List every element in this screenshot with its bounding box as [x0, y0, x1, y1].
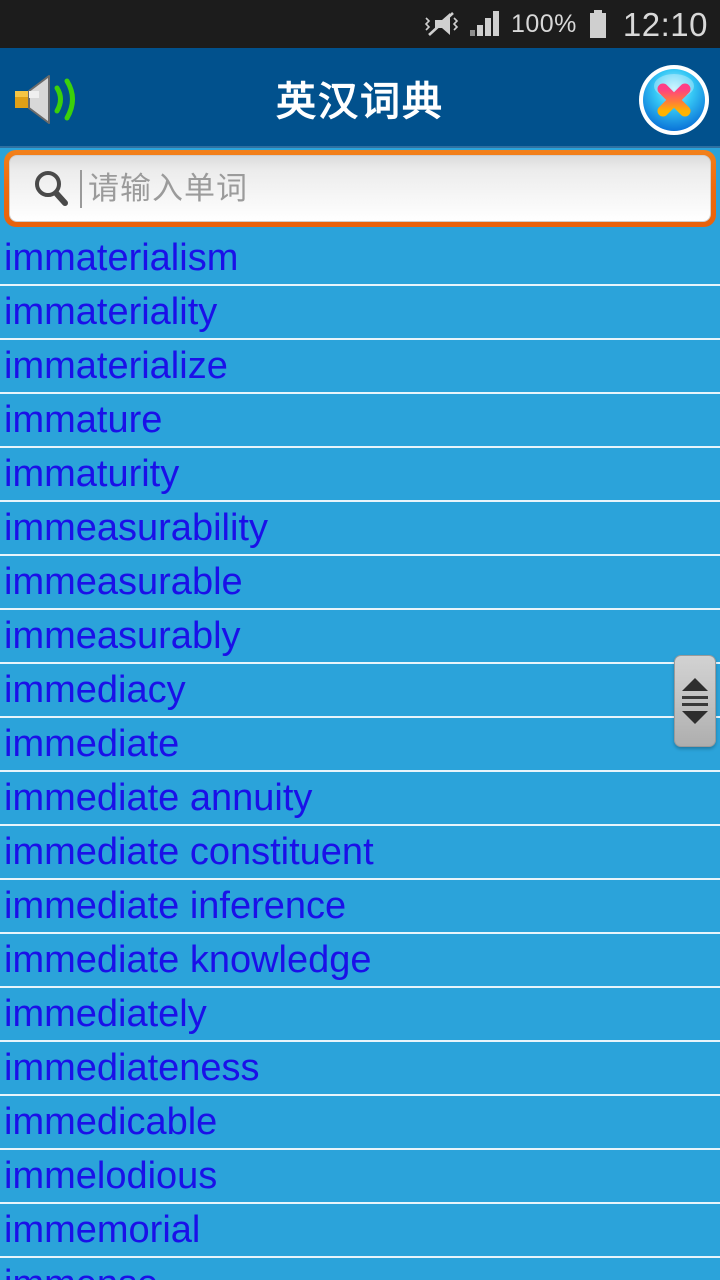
word-list-item[interactable]: immense [0, 1258, 720, 1280]
page-title: 英汉词典 [276, 80, 444, 124]
word-label: immediateness [4, 1047, 260, 1089]
word-list-item[interactable]: immediate constituent [0, 826, 720, 880]
word-label: immeasurability [4, 507, 268, 549]
word-list-item[interactable]: immaturity [0, 448, 720, 502]
word-list-item[interactable]: immature [0, 394, 720, 448]
search-bar[interactable]: 请输入单词 [4, 150, 716, 227]
word-list-item[interactable]: immeasurably [0, 610, 720, 664]
word-list-item[interactable]: immaterialism [0, 232, 720, 286]
word-list[interactable]: immaterialism immateriality immaterialize i… [0, 232, 720, 1280]
word-label: immemorial [4, 1209, 201, 1251]
signal-bars-icon [469, 10, 501, 38]
triangle-down-icon [682, 711, 708, 724]
word-list-item[interactable]: immeasurability [0, 502, 720, 556]
close-x-icon[interactable] [636, 62, 712, 138]
word-list-item[interactable]: immediate inference [0, 880, 720, 934]
text-caret [80, 169, 82, 208]
word-list-item[interactable]: immaterialize [0, 340, 720, 394]
word-list-item[interactable]: immedicable [0, 1096, 720, 1150]
word-label: immediate [4, 723, 180, 765]
word-label: immense [4, 1265, 158, 1280]
word-list-item[interactable]: immediate knowledge [0, 934, 720, 988]
word-label: immature [4, 399, 163, 441]
word-label: immateriality [4, 291, 218, 333]
word-label: immeasurable [4, 561, 243, 603]
vibrate-mute-icon [423, 10, 459, 38]
word-label: immaterialize [4, 345, 228, 387]
word-label: immediate knowledge [4, 939, 372, 981]
title-bar: 英汉词典 [0, 48, 720, 148]
word-label: immediate inference [4, 885, 347, 927]
word-label: immediate annuity [4, 777, 313, 819]
word-label: immeasurably [4, 615, 241, 657]
word-list-item[interactable]: immateriality [0, 286, 720, 340]
status-clock: 12:10 [622, 5, 708, 43]
word-label: immediacy [4, 669, 186, 711]
word-label: immediate constituent [4, 831, 374, 873]
app-root: 100% 12:10 英汉词典 请输入单词 immaterialism imma… [0, 0, 720, 1280]
search-magnifier-icon [32, 169, 70, 209]
search-placeholder-label: 请输入单词 [88, 171, 248, 206]
word-label: immedicable [4, 1101, 218, 1143]
word-list-item[interactable]: immediacy [0, 664, 720, 718]
word-list-item[interactable]: immediately [0, 988, 720, 1042]
word-label: immaturity [4, 453, 180, 495]
word-label: immelodious [4, 1155, 218, 1197]
word-list-item[interactable]: immediate [0, 718, 720, 772]
triangle-up-icon [682, 678, 708, 691]
word-list-item[interactable]: immediateness [0, 1042, 720, 1096]
word-list-item[interactable]: immeasurable [0, 556, 720, 610]
word-list-item[interactable]: immediate annuity [0, 772, 720, 826]
word-label: immaterialism [4, 237, 239, 279]
search-input[interactable]: 请输入单词 [9, 155, 711, 222]
word-list-item[interactable]: immemorial [0, 1204, 720, 1258]
battery-full-icon [587, 9, 609, 39]
word-list-item[interactable]: immelodious [0, 1150, 720, 1204]
grip-lines-icon [682, 696, 708, 706]
word-label: immediately [4, 993, 207, 1035]
scrollbar-thumb[interactable] [674, 655, 716, 747]
battery-percent-label: 100% [510, 9, 577, 38]
status-bar: 100% 12:10 [0, 0, 720, 48]
